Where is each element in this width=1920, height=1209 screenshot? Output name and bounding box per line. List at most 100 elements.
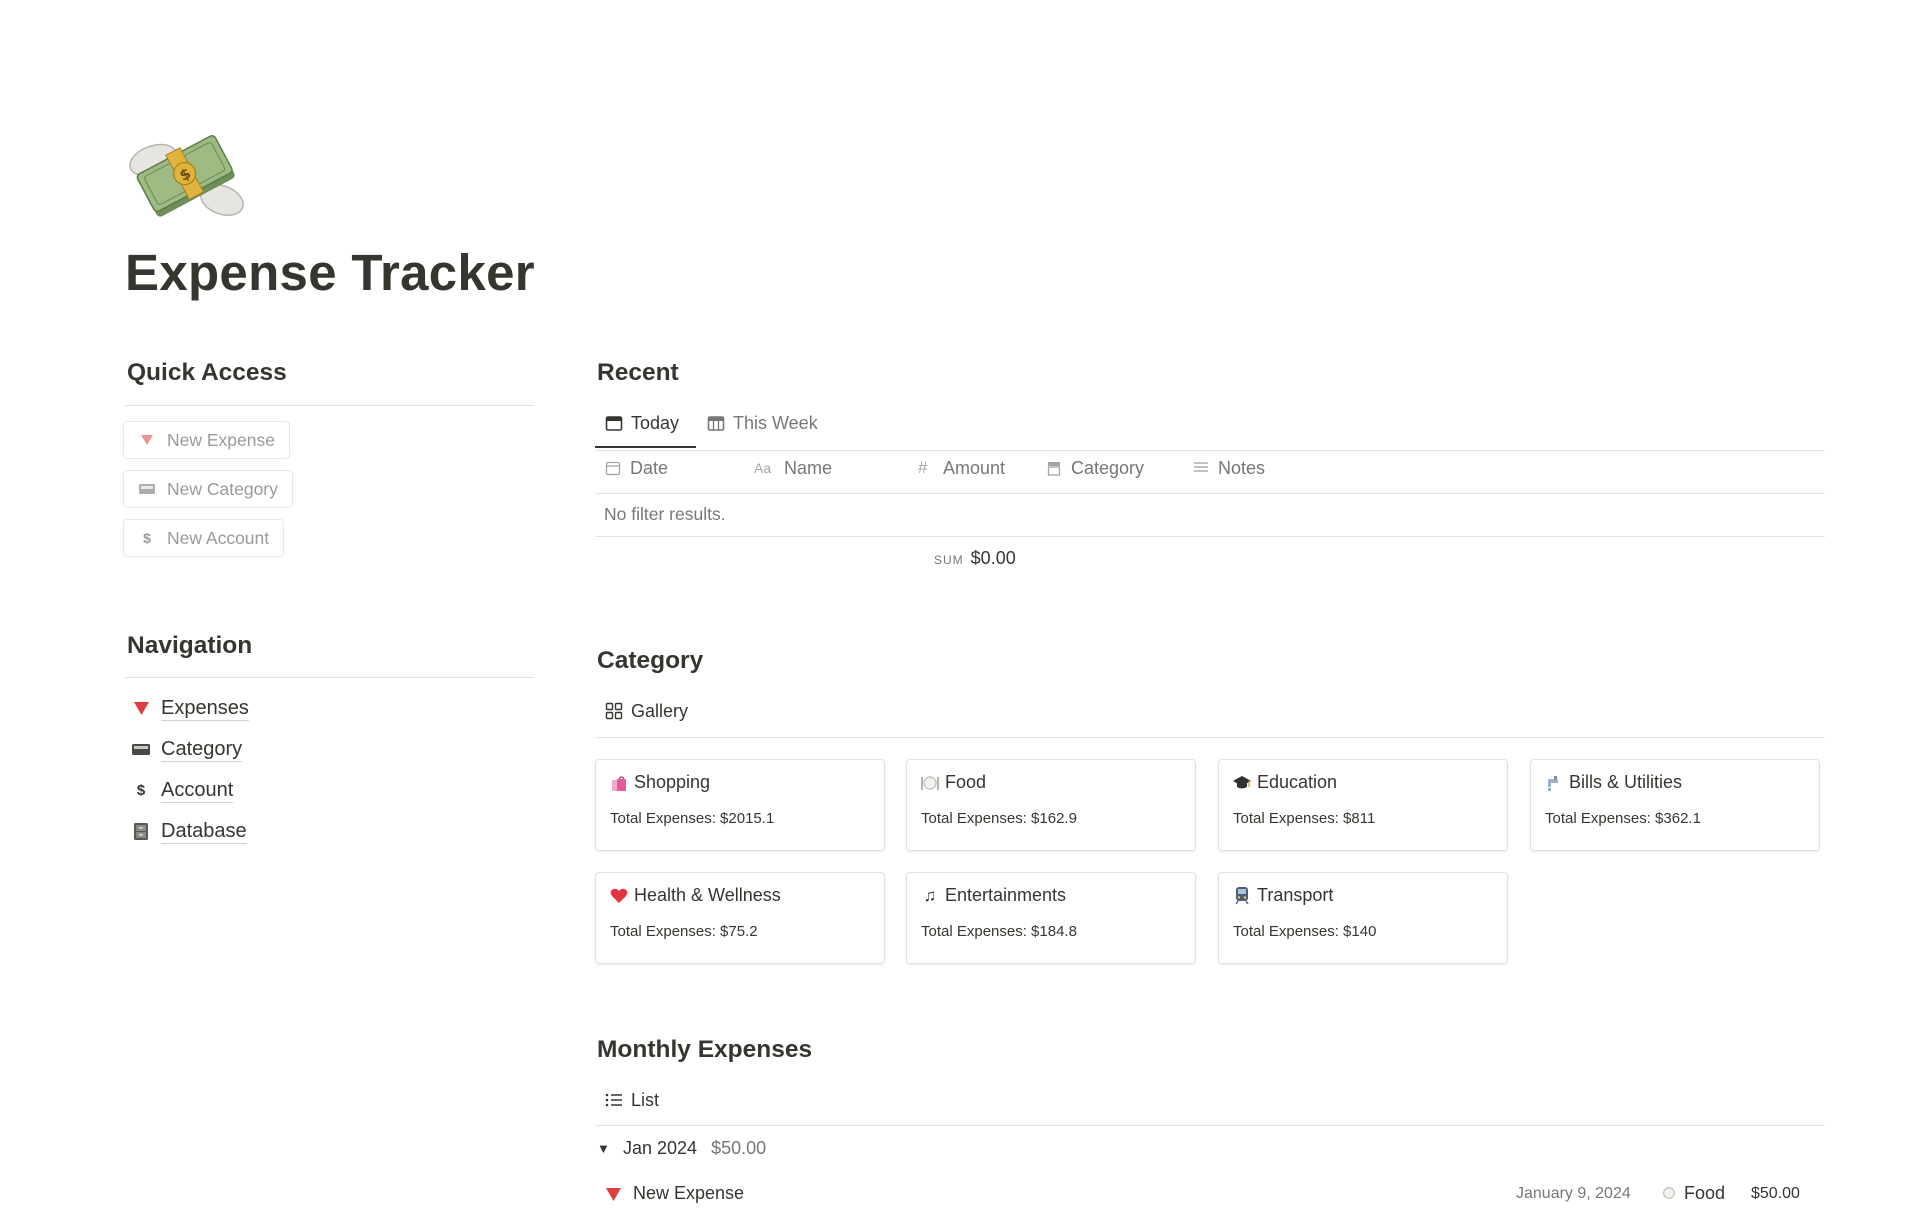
- gallery-grid-icon: [605, 702, 623, 720]
- fork-knife-plate-icon: [1660, 1185, 1678, 1206]
- graduation-cap-icon: [1232, 773, 1252, 793]
- column-label: Category: [1071, 457, 1145, 478]
- quick-access-heading: Quick Access: [127, 359, 287, 386]
- card-title: Entertainments: [945, 885, 1067, 905]
- group-jan-2024[interactable]: ▼ Jan 2024 $50.00: [597, 1134, 766, 1162]
- nav-item-label: Category: [161, 737, 243, 762]
- card-index-icon: [131, 739, 151, 759]
- faucet-icon: [1544, 773, 1564, 793]
- column-name[interactable]: Aa Name: [754, 455, 832, 481]
- card-title: Transport: [1257, 885, 1334, 905]
- tabs-divider: [595, 450, 1825, 451]
- tab-list[interactable]: List: [605, 1082, 659, 1118]
- new-expense-label: New Expense: [167, 429, 275, 450]
- column-label: Amount: [943, 457, 1006, 478]
- list-item-category: Food: [1684, 1183, 1726, 1203]
- card-total: Total Expenses: $362.1: [1545, 810, 1701, 827]
- column-amount[interactable]: # Amount: [918, 455, 1005, 481]
- currency-exchange-icon: $: [136, 781, 146, 799]
- column-date[interactable]: Date: [605, 455, 668, 481]
- category-card-bills-utilities[interactable]: Bills & Utilities Total Expenses: $362.1: [1530, 759, 1820, 851]
- group-label: Jan 2024: [623, 1137, 698, 1158]
- category-heading: Category: [597, 647, 704, 674]
- text-aa-icon: Aa: [754, 460, 772, 476]
- gallery-divider: [595, 737, 1825, 738]
- column-label: Notes: [1218, 457, 1266, 478]
- card-title: Health & Wellness: [634, 885, 781, 905]
- tab-label: List: [631, 1089, 660, 1110]
- card-total: Total Expenses: $2015.1: [610, 810, 775, 827]
- nav-item-category[interactable]: Category: [131, 733, 243, 765]
- category-card-shopping[interactable]: Shopping Total Expenses: $2015.1: [595, 759, 885, 851]
- active-tab-indicator: [595, 446, 696, 448]
- card-total: Total Expenses: $140: [1233, 923, 1377, 940]
- list-icon: [605, 1091, 623, 1109]
- currency-exchange-icon: $: [143, 530, 151, 546]
- nav-item-label: Database: [161, 819, 247, 844]
- calendar-icon: [605, 460, 622, 477]
- category-card-health-wellness[interactable]: Health & Wellness Total Expenses: $75.2: [595, 872, 885, 964]
- category-card-transport[interactable]: Transport Total Expenses: $140: [1218, 872, 1508, 964]
- new-category-label: New Category: [167, 478, 278, 499]
- chevron-down-icon[interactable]: ▼: [597, 1141, 611, 1156]
- card-total: Total Expenses: $184.8: [921, 923, 1077, 940]
- money-with-wings-icon: $: [129, 135, 244, 217]
- train-icon: [1232, 886, 1252, 906]
- list-item-name: New Expense: [633, 1183, 745, 1203]
- heart-icon: [609, 886, 629, 906]
- card-index-icon: [138, 480, 156, 498]
- new-account-button[interactable]: $ New Account: [123, 519, 285, 557]
- list-item[interactable]: New Expense January 9, 2024 Food $50.00: [597, 1181, 1807, 1209]
- quick-access-divider: [125, 405, 534, 406]
- card-title: Food: [945, 772, 987, 792]
- monthly-expenses-heading: Monthly Expenses: [597, 1036, 813, 1063]
- red-triangle-icon: [138, 431, 156, 449]
- recent-heading: Recent: [597, 359, 679, 386]
- nav-item-account[interactable]: $ Account: [131, 774, 234, 806]
- new-expense-button[interactable]: New Expense: [123, 421, 290, 459]
- file-cabinet-icon: [131, 821, 151, 841]
- category-card-entertainments[interactable]: ♫ Entertainments Total Expenses: $184.8: [906, 872, 1196, 964]
- musical-notes-icon: ♫: [923, 885, 937, 905]
- red-triangle-icon: [131, 698, 151, 718]
- tab-today[interactable]: Today: [605, 405, 679, 441]
- column-category[interactable]: Category: [1046, 455, 1144, 481]
- page-title: Expense Tracker: [125, 244, 535, 301]
- card-title: Shopping: [634, 772, 711, 792]
- tab-label: Gallery: [631, 700, 689, 721]
- row-divider: [595, 536, 1825, 537]
- column-notes[interactable]: Notes: [1193, 455, 1265, 481]
- category-card-education[interactable]: Education Total Expenses: $811: [1218, 759, 1508, 851]
- header-divider: [595, 493, 1825, 494]
- column-label: Name: [784, 457, 833, 478]
- nav-item-label: Account: [161, 778, 234, 803]
- category-card-food[interactable]: Food Total Expenses: $162.9: [906, 759, 1196, 851]
- nav-item-database[interactable]: Database: [131, 815, 247, 847]
- new-category-button[interactable]: New Category: [123, 470, 293, 508]
- lines-icon: [1193, 460, 1210, 477]
- card-total: Total Expenses: $811: [1233, 810, 1376, 827]
- tab-gallery[interactable]: Gallery: [605, 693, 688, 729]
- tab-this-week[interactable]: This Week: [707, 405, 818, 441]
- group-total: $50.00: [711, 1137, 767, 1158]
- list-item-amount: $50.00: [1751, 1185, 1800, 1202]
- calendar-icon: [605, 414, 623, 432]
- list-item-date: January 9, 2024: [1516, 1185, 1631, 1202]
- nav-item-expenses[interactable]: Expenses: [131, 692, 249, 724]
- nav-item-label: Expenses: [161, 696, 249, 721]
- card-total: Total Expenses: $75.2: [610, 923, 758, 940]
- card-title: Bills & Utilities: [1569, 772, 1683, 792]
- sum-label: SUM: [934, 553, 964, 567]
- navigation-heading: Navigation: [127, 632, 253, 659]
- sum-footer[interactable]: SUM $0.00: [934, 548, 1016, 569]
- hash-icon: #: [918, 458, 928, 477]
- column-label: Date: [630, 457, 669, 478]
- card-total: Total Expenses: $162.9: [921, 810, 1077, 827]
- calendar-week-icon: [707, 414, 725, 432]
- archive-icon: [1046, 460, 1063, 477]
- navigation-divider: [125, 677, 534, 678]
- card-title: Education: [1257, 772, 1338, 792]
- shopping-bags-icon: [609, 773, 629, 793]
- new-account-label: New Account: [167, 527, 270, 548]
- empty-state-text: No filter results.: [604, 504, 726, 524]
